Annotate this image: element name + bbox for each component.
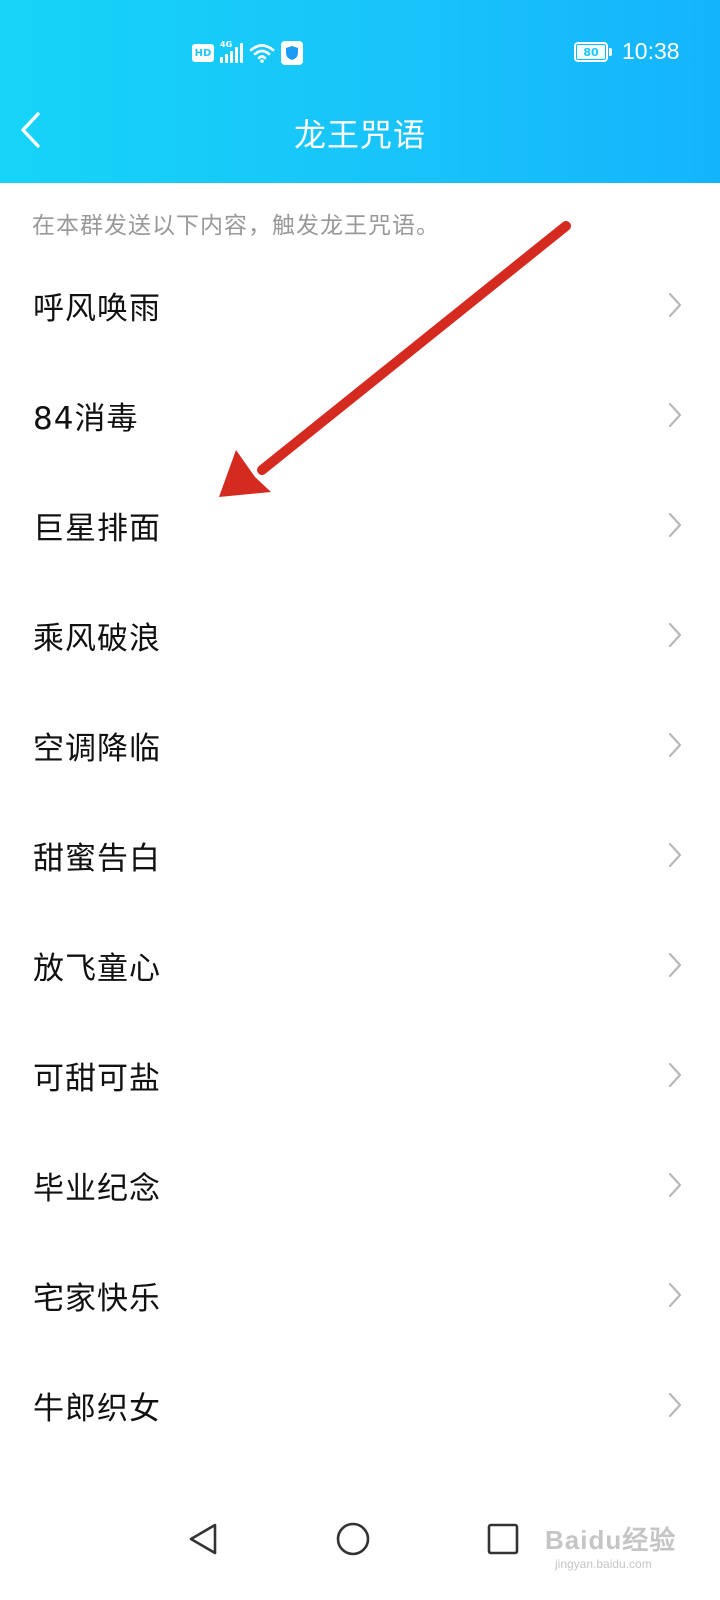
chevron-right-icon [668,1392,682,1418]
list-item[interactable]: 牛郎织女 [0,1350,720,1460]
system-recents-button[interactable] [478,1514,528,1564]
list-item[interactable]: 空调降临 [0,690,720,800]
list-item-label: 毕业纪念 [33,1171,161,1207]
list-item-label: 巨星排面 [33,511,161,547]
chevron-right-icon [668,1282,682,1308]
watermark-url: jingyan.baidu.com [555,1557,652,1571]
list-item-label: 牛郎织女 [33,1391,161,1427]
chevron-right-icon [668,732,682,758]
list-item-label: 84消毒 [33,401,139,437]
hd-icon: HD [192,44,214,62]
list-item-label: 空调降临 [33,731,161,767]
nav-bar: 龙王咒语 [0,100,720,183]
shield-icon [281,41,303,65]
system-home-button[interactable] [328,1514,378,1564]
wifi-icon [249,44,275,63]
chevron-right-icon [668,842,682,868]
chevron-right-icon [668,622,682,648]
signal-icon: 4G [220,40,243,63]
list-item[interactable]: 可甜可盐 [0,1020,720,1130]
chevron-right-icon [668,512,682,538]
system-back-button[interactable] [178,1514,228,1564]
chevron-right-icon [668,292,682,318]
page-title: 龙王咒语 [293,116,426,154]
battery-level: 80 [577,45,605,59]
chevron-right-icon [668,402,682,428]
network-type-label: 4G [220,40,233,49]
list-item-label: 宅家快乐 [33,1281,161,1317]
battery-icon: 80 [574,42,612,62]
list-item[interactable]: 甜蜜告白 [0,800,720,910]
list-item[interactable]: 毕业纪念 [0,1130,720,1240]
chevron-right-icon [668,1172,682,1198]
recents-square-icon [487,1523,519,1555]
watermark: Baidu经验 jingyan.baidu.com [545,1520,715,1590]
list-item[interactable]: 乘风破浪 [0,580,720,690]
watermark-logo: Baidu经验 [545,1525,677,1555]
status-icons: HD 4G [192,40,303,66]
list-item-label: 甜蜜告白 [33,841,161,877]
spell-list: 呼风唤雨 84消毒 巨星排面 乘风破浪 空调降临 甜蜜告白 放飞童心 可甜可盐 [0,250,720,1460]
list-item-label: 放飞童心 [33,951,161,987]
list-item-label: 乘风破浪 [33,621,161,657]
home-circle-icon [336,1522,370,1556]
list-item[interactable]: 放飞童心 [0,910,720,1020]
list-item[interactable]: 巨星排面 [0,470,720,580]
hint-text: 在本群发送以下内容，触发龙王咒语。 [32,213,440,239]
screen: HD 4G 80 10:38 龙王咒语 在本群发送以下内容，触发龙王咒语。 呼风… [0,0,720,1600]
chevron-right-icon [668,1062,682,1088]
back-triangle-icon [189,1523,217,1555]
status-bar: HD 4G 80 10:38 [0,0,720,100]
status-clock: 10:38 [622,38,680,64]
list-item[interactable]: 宅家快乐 [0,1240,720,1350]
chevron-right-icon [668,952,682,978]
header: HD 4G 80 10:38 龙王咒语 [0,0,720,183]
list-item[interactable]: 84消毒 [0,360,720,470]
list-item-label: 呼风唤雨 [33,291,161,327]
list-item-label: 可甜可盐 [33,1061,161,1097]
list-item[interactable]: 呼风唤雨 [0,250,720,360]
